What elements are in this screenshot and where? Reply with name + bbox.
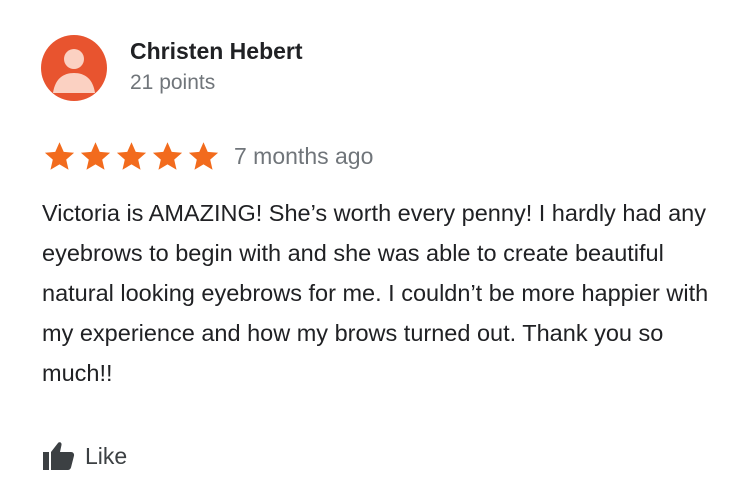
review-card: Christen Hebert 21 points 7 months ago V… — [0, 0, 748, 499]
author-points: 21 points — [130, 71, 216, 94]
avatar[interactable] — [41, 35, 107, 101]
rating-row: 7 months ago — [42, 138, 373, 174]
author-name[interactable]: Christen Hebert — [130, 38, 303, 65]
star-rating — [42, 139, 222, 174]
review-timestamp: 7 months ago — [234, 142, 374, 169]
star-icon — [150, 139, 185, 174]
like-label: Like — [85, 442, 128, 469]
star-icon — [42, 139, 77, 174]
like-button[interactable]: Like — [42, 438, 127, 474]
star-icon — [114, 139, 149, 174]
star-icon — [78, 139, 113, 174]
star-icon — [186, 139, 221, 174]
review-text: Victoria is AMAZING! She’s worth every p… — [42, 200, 709, 386]
person-icon — [53, 49, 95, 93]
thumbs-up-icon — [42, 441, 76, 471]
